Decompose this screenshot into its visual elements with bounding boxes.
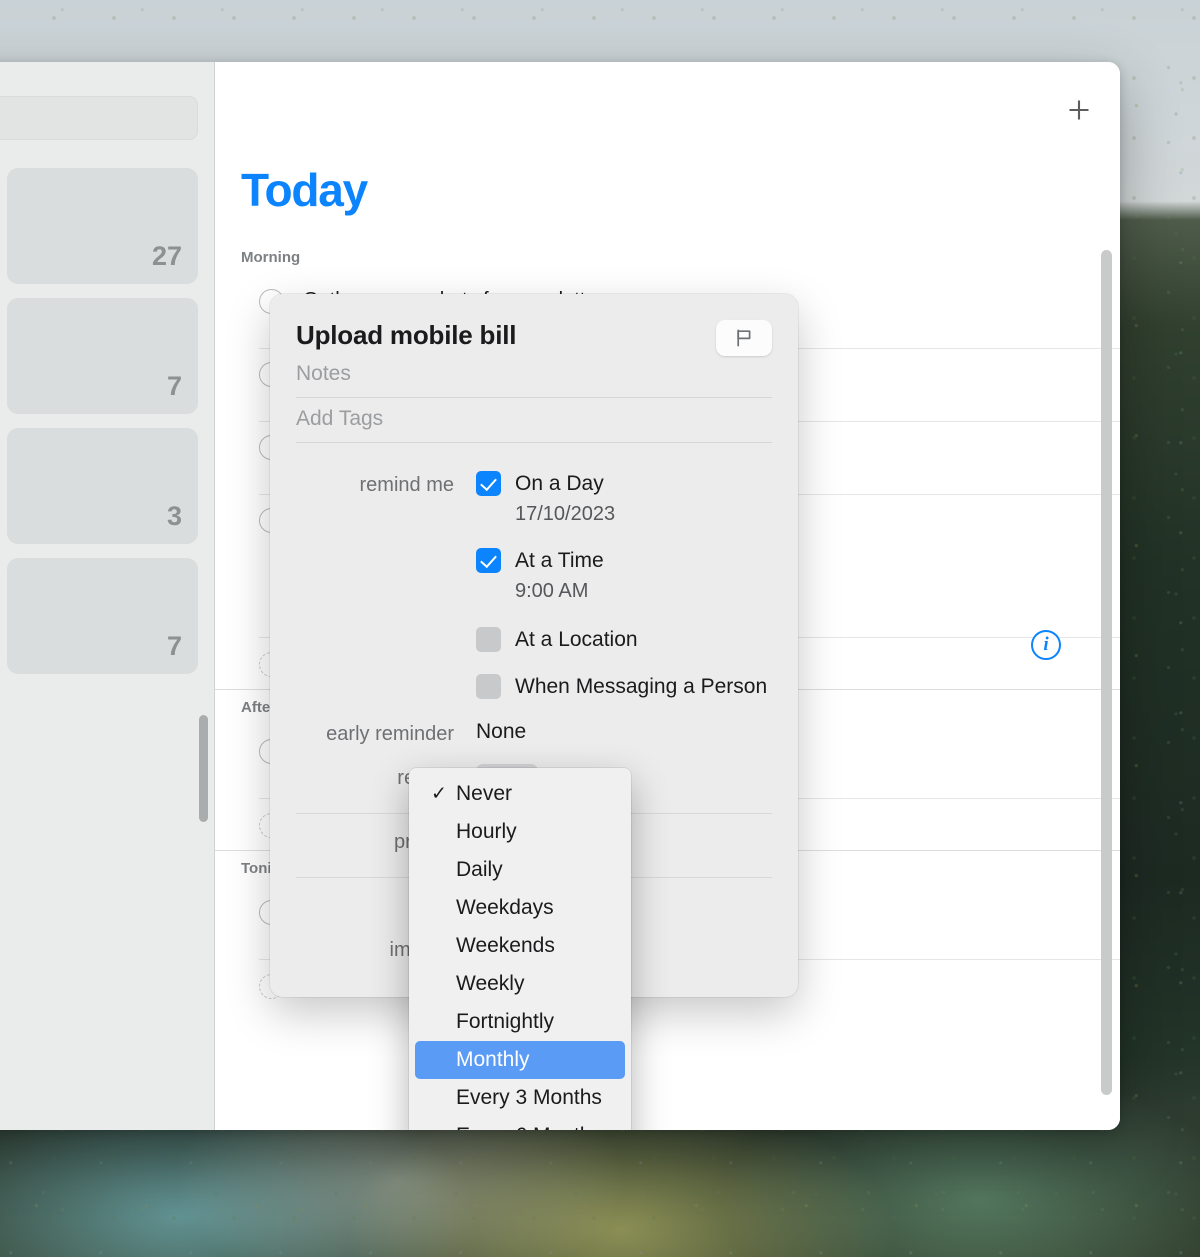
option-label: At a Time — [515, 548, 604, 572]
option-label: When Messaging a Person — [515, 674, 768, 698]
remind-me-label: remind me — [359, 474, 454, 496]
option-label: At a Location — [515, 627, 638, 651]
main-scrollbar[interactable] — [1101, 250, 1112, 1095]
section-heading-morning: Morning — [241, 249, 301, 266]
menu-item-label: Daily — [456, 858, 503, 881]
smart-card-count: 3 — [166, 501, 182, 531]
popover-header: Upload mobile bill — [296, 320, 772, 356]
smart-card-count: 27 — [151, 241, 182, 271]
menu-item-label: Every 3 Months — [456, 1086, 602, 1109]
menu-item-weekly[interactable]: Weekly — [415, 965, 625, 1003]
menu-item-every-6-months[interactable]: Every 6 Months — [415, 1117, 625, 1130]
on-a-day-value[interactable]: 17/10/2023 — [515, 503, 767, 526]
smart-card-count: 7 — [166, 371, 182, 401]
option-at-a-time[interactable]: At a Time — [476, 548, 767, 573]
tags-input[interactable]: Add Tags — [296, 398, 772, 443]
sidebar-item-offscreen-3[interactable]: 3 — [6, 428, 198, 544]
sidebar: 17 6 Today 27 — [0, 62, 215, 1130]
checkbox-on-a-day[interactable] — [476, 471, 501, 496]
reminders-window: 17 6 Today 27 — [0, 62, 1120, 1130]
menu-item-label: Every 6 Months — [456, 1124, 602, 1130]
menu-item-monthly[interactable]: Monthly — [415, 1041, 625, 1079]
sidebar-scrollbar[interactable] — [199, 715, 208, 822]
smart-card-count: 7 — [166, 631, 182, 661]
menu-item-weekdays[interactable]: Weekdays — [415, 889, 625, 927]
info-label: i — [1043, 634, 1049, 655]
remind-me-options: On a Day 17/10/2023 At a Time 9:00 AM At… — [476, 471, 767, 699]
page-title: Today — [241, 164, 368, 216]
menu-item-hourly[interactable]: Hourly — [415, 813, 625, 851]
checkbox-at-a-location[interactable] — [476, 627, 501, 652]
menu-item-label: Never — [456, 782, 513, 805]
menu-item-label: Weekly — [456, 972, 525, 995]
sidebar-item-offscreen-2[interactable]: 7 — [6, 298, 198, 414]
menu-item-label: Monthly — [456, 1048, 530, 1071]
info-circle-icon[interactable]: i — [1031, 630, 1061, 660]
menu-item-weekends[interactable]: Weekends — [415, 927, 625, 965]
menu-item-label: Fortnightly — [456, 1010, 555, 1033]
sidebar-item-offscreen-4[interactable]: 7 — [6, 558, 198, 674]
search-input[interactable] — [0, 96, 198, 140]
menu-item-label: Hourly — [456, 820, 517, 843]
menu-item-fortnightly[interactable]: Fortnightly — [415, 1003, 625, 1041]
add-reminder-button[interactable] — [1064, 95, 1094, 125]
plus-icon — [1069, 100, 1089, 120]
early-reminder-label: early reminder — [326, 723, 454, 745]
notes-input[interactable]: Notes — [296, 356, 772, 398]
menu-item-every-3-months[interactable]: Every 3 Months — [415, 1079, 625, 1117]
desktop-wallpaper: 17 6 Today 27 — [0, 0, 1200, 1257]
repeat-dropdown-menu: ✓ Never Hourly Daily Weekdays Weekends W… — [409, 768, 631, 1130]
flag-icon — [737, 329, 751, 347]
checkbox-at-a-time[interactable] — [476, 548, 501, 573]
menu-item-never[interactable]: ✓ Never — [415, 775, 625, 813]
checkbox-when-messaging[interactable] — [476, 674, 501, 699]
menu-item-label: Weekdays — [456, 896, 554, 919]
option-when-messaging[interactable]: When Messaging a Person — [476, 674, 767, 699]
option-on-a-day[interactable]: On a Day — [476, 471, 767, 496]
popover-title: Upload mobile bill — [296, 320, 517, 350]
sidebar-item-offscreen-1[interactable]: 27 — [6, 168, 198, 284]
smart-list-grid: 17 6 Today 27 — [0, 168, 198, 674]
at-a-time-value[interactable]: 9:00 AM — [515, 580, 767, 603]
checkmark-icon: ✓ — [431, 783, 447, 805]
flag-button[interactable] — [716, 320, 772, 356]
option-label: On a Day — [515, 471, 604, 495]
menu-item-daily[interactable]: Daily — [415, 851, 625, 889]
early-reminder-row: early reminder None — [296, 720, 772, 746]
early-reminder-value[interactable]: None — [476, 720, 526, 744]
menu-item-label: Weekends — [456, 934, 555, 957]
remind-me-row: remind me On a Day 17/10/2023 At a Time … — [296, 471, 772, 699]
option-at-a-location[interactable]: At a Location — [476, 627, 767, 652]
